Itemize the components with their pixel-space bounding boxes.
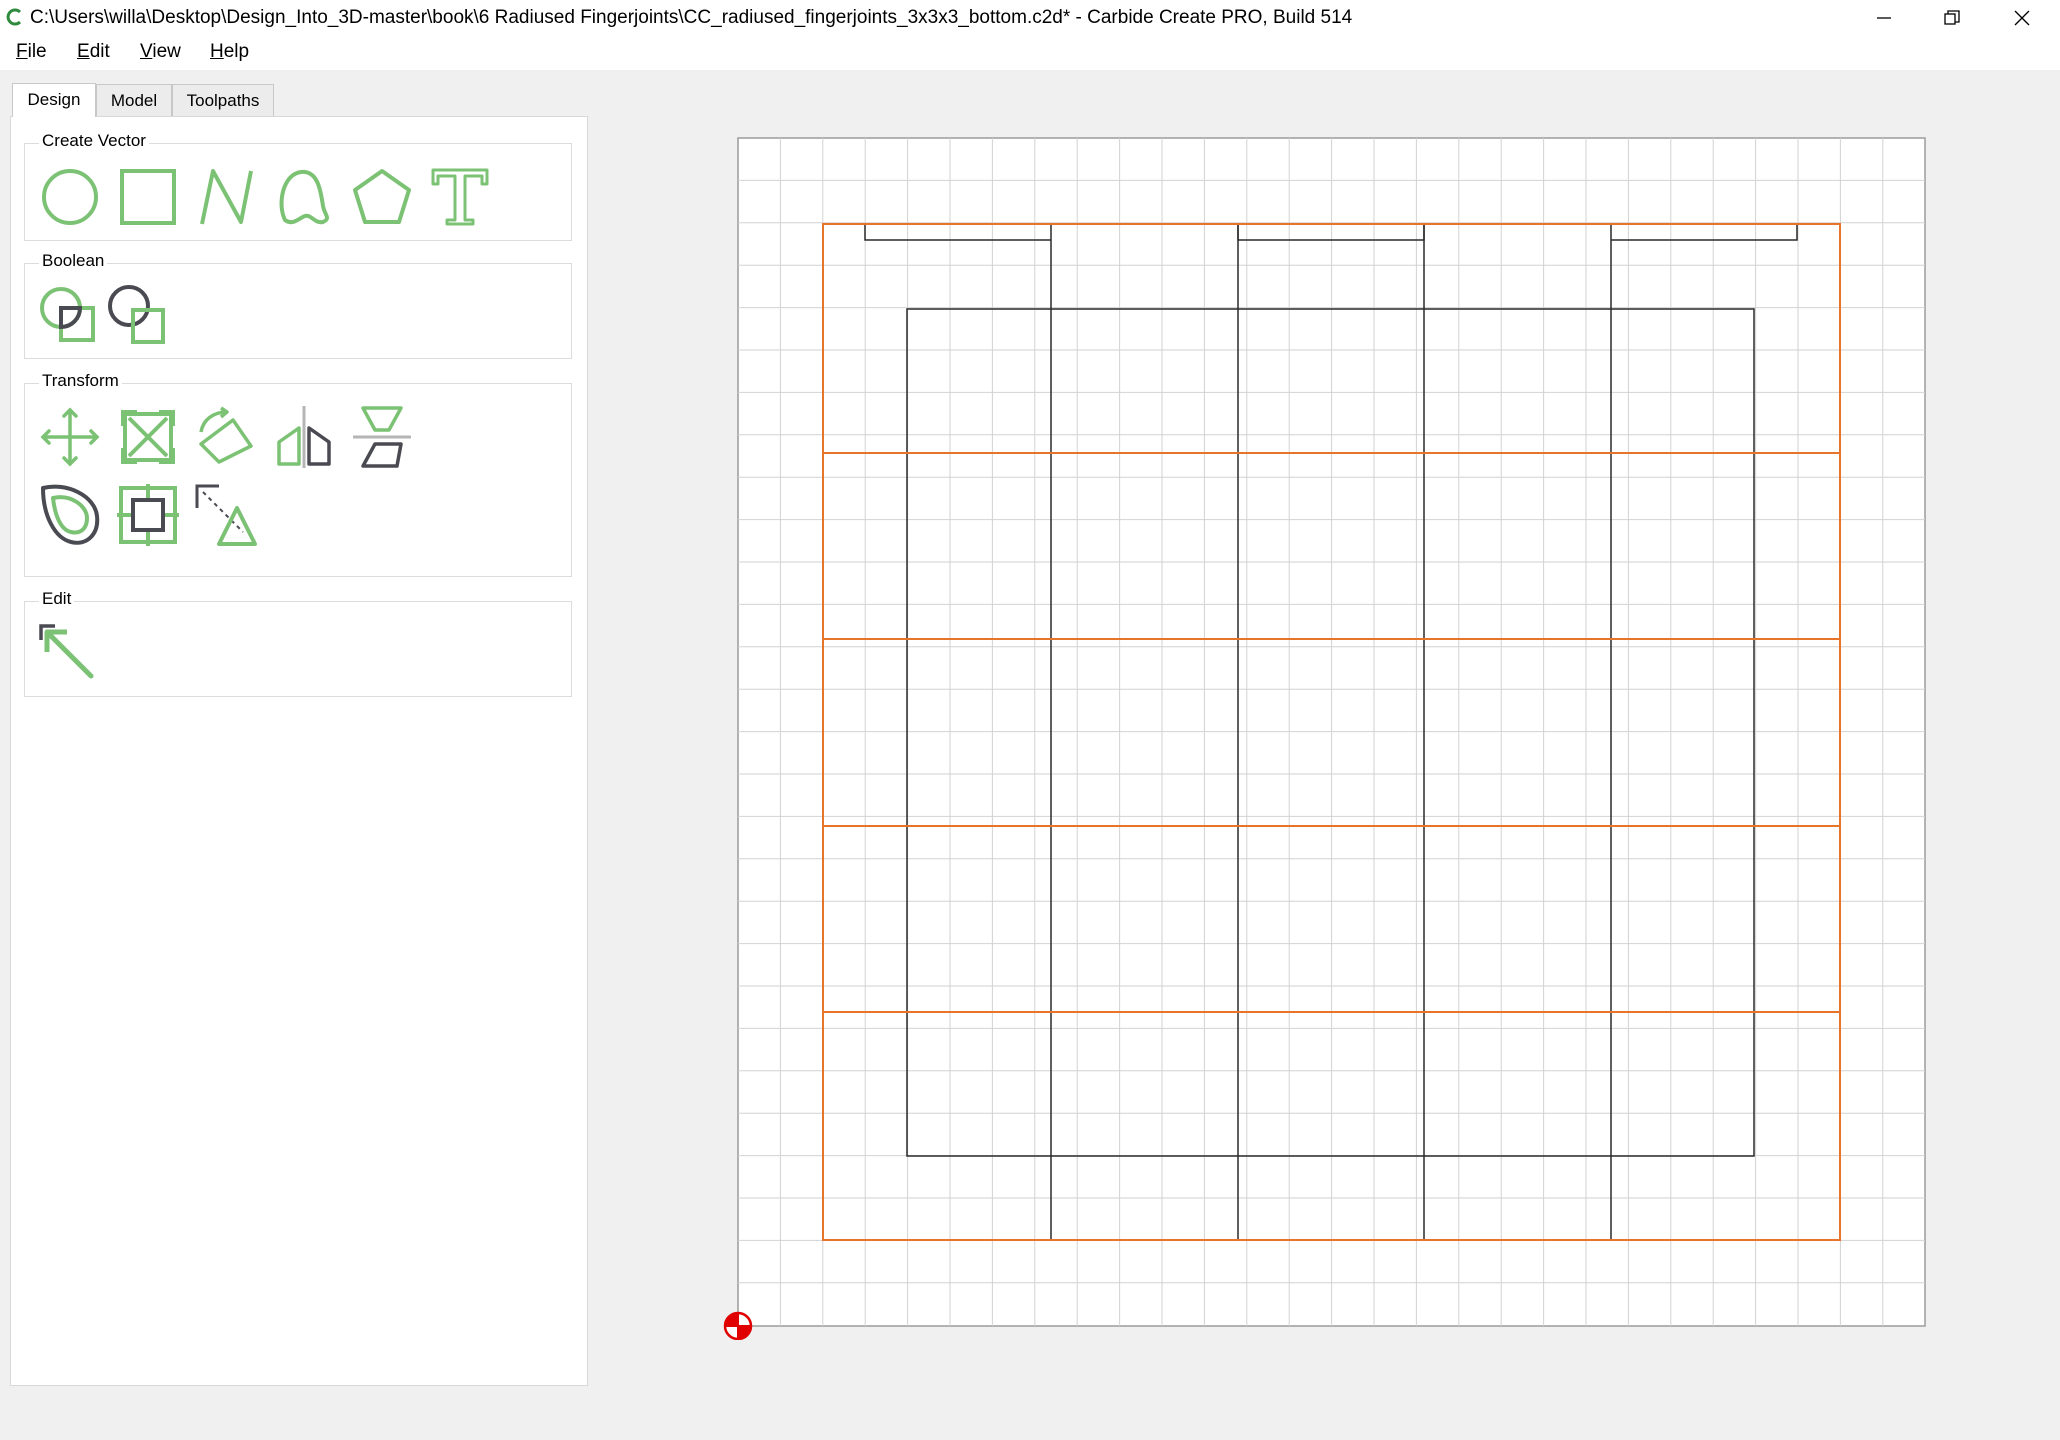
rotate-icon [199, 406, 253, 464]
group-create-vector: Create Vector [24, 131, 572, 241]
mirror-icon [277, 406, 331, 468]
mirror-tool-button[interactable] [271, 404, 337, 470]
design-panel: Create Vector Boolean Transform Edit [10, 116, 588, 1386]
group-transform: Transform [24, 371, 572, 577]
restore-icon [1944, 10, 1960, 25]
menu-help[interactable]: Help [210, 41, 249, 63]
rectangle-tool-button[interactable] [115, 164, 181, 230]
group-label-transform: Transform [39, 371, 122, 391]
circle-icon [42, 169, 98, 225]
distort-icon [195, 484, 257, 546]
app-icon [6, 8, 22, 26]
minimize-button[interactable] [1850, 0, 1918, 34]
canvas-drawing [723, 137, 1926, 1340]
boolean-subtract-icon [108, 285, 165, 344]
offset-icon [41, 484, 100, 545]
polyline-tool-button[interactable] [193, 164, 259, 230]
boolean-union-button[interactable] [37, 284, 103, 350]
menu-view[interactable]: View [140, 41, 181, 63]
boolean-subtract-button[interactable] [105, 284, 171, 350]
curve-icon [279, 169, 330, 225]
group-label-create-vector: Create Vector [39, 131, 149, 151]
group-boolean: Boolean [24, 251, 572, 359]
node-edit-tool-button[interactable] [37, 622, 103, 688]
offset-tool-button[interactable] [37, 482, 103, 548]
node-edit-icon [39, 624, 94, 679]
menu-edit[interactable]: Edit [77, 41, 110, 63]
tab-model[interactable]: Model [96, 84, 172, 116]
window-title: C:\Users\willa\Desktop\Design_Into_3D-ma… [30, 7, 1353, 28]
group-edit: Edit [24, 589, 572, 697]
text-icon [431, 168, 489, 226]
tab-toolpaths[interactable]: Toolpaths [172, 84, 274, 116]
menu-file[interactable]: File [16, 41, 47, 63]
polygon-tool-button[interactable] [349, 164, 415, 230]
curve-tool-button[interactable] [271, 164, 337, 230]
restore-button[interactable] [1918, 0, 1986, 34]
rectangle-icon [120, 169, 176, 225]
align-tool-button[interactable] [349, 404, 415, 470]
design-canvas[interactable] [600, 116, 2060, 1440]
scale-icon [121, 410, 175, 464]
polyline-icon [200, 169, 253, 225]
title-bar: C:\Users\willa\Desktop\Design_Into_3D-ma… [0, 0, 2060, 34]
close-icon [2014, 10, 2030, 26]
move-icon [40, 407, 100, 467]
text-tool-button[interactable] [427, 164, 493, 230]
circle-tool-button[interactable] [37, 164, 103, 230]
minimize-icon [1877, 17, 1891, 19]
scale-tool-button[interactable] [115, 404, 181, 470]
distort-tool-button[interactable] [193, 482, 259, 548]
polygon-icon [353, 169, 411, 224]
align-icon [353, 406, 411, 468]
move-tool-button[interactable] [37, 404, 103, 470]
tab-design[interactable]: Design [12, 83, 96, 117]
close-button[interactable] [1988, 0, 2056, 34]
array-tool-button[interactable] [115, 482, 181, 548]
origin-marker [723, 1311, 753, 1340]
rotate-tool-button[interactable] [193, 404, 259, 470]
array-icon [117, 484, 179, 546]
boolean-union-icon [40, 287, 95, 342]
menu-bar: File Edit View Help [0, 34, 2060, 70]
group-label-edit: Edit [39, 589, 75, 609]
group-label-boolean: Boolean [39, 251, 108, 271]
